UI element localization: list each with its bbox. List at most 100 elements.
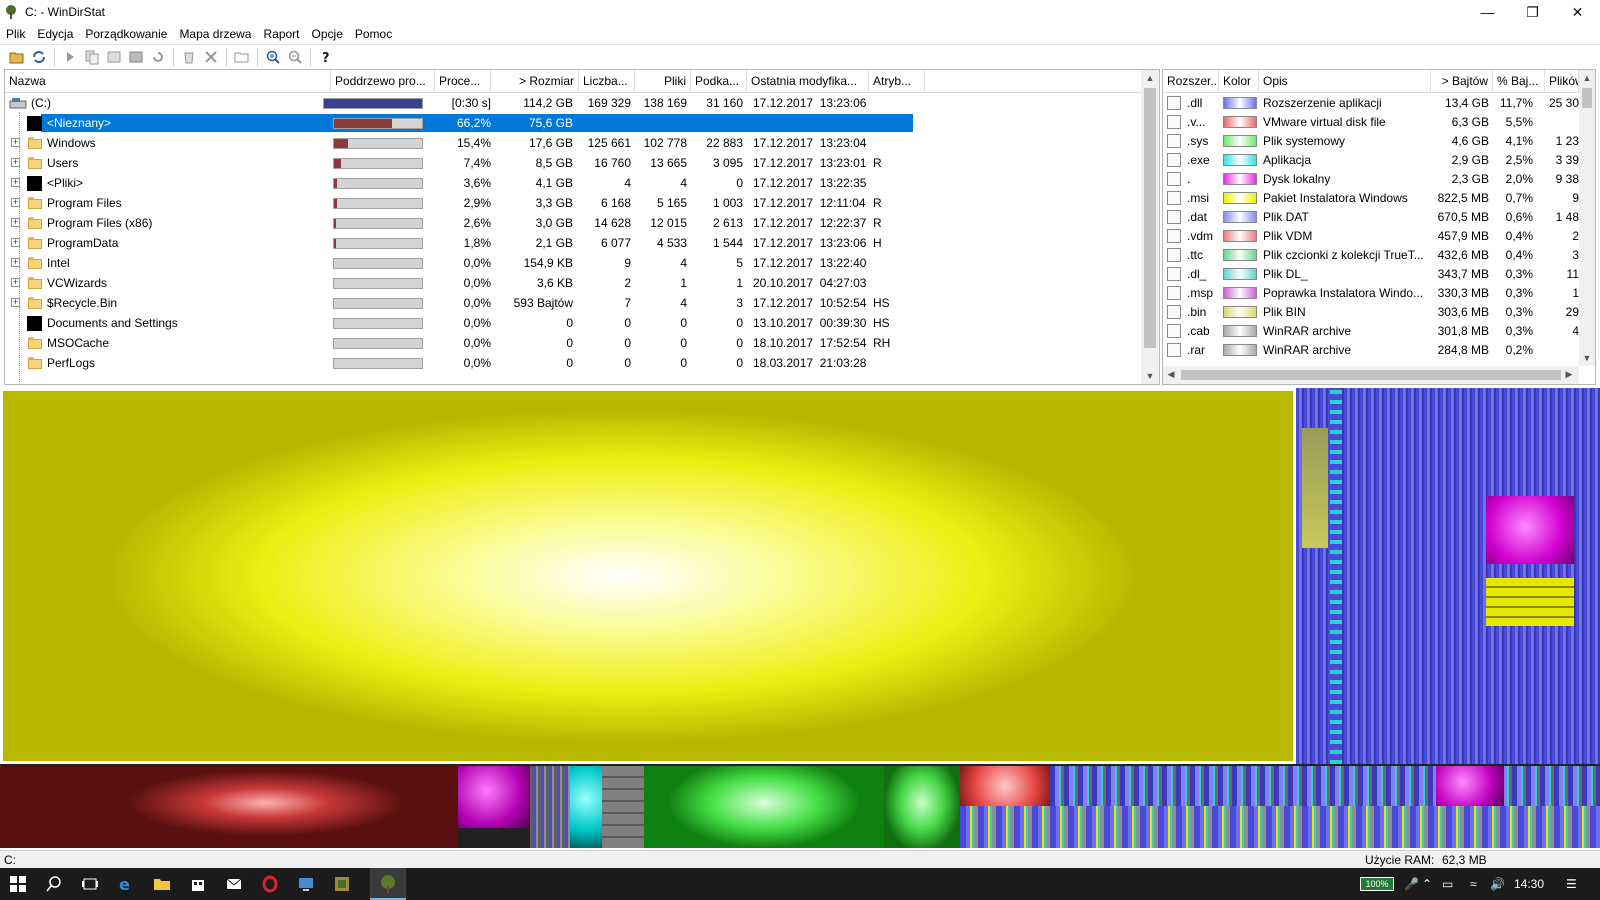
opera-button[interactable] <box>258 872 282 896</box>
treemap-salmon-block[interactable] <box>960 766 1050 806</box>
treemap-cyan-block[interactable] <box>570 766 602 848</box>
treemap-mixed-bottom[interactable] <box>960 806 1600 848</box>
clock[interactable]: 14:30 <box>1514 868 1544 900</box>
power-icon[interactable]: ▭ <box>1442 868 1453 900</box>
new-folder-button[interactable] <box>231 46 253 68</box>
extension-row[interactable]: .v... VMware virtual disk file 6,3 GB 5,5% <box>1163 112 1579 131</box>
expand-button[interactable] <box>59 46 81 68</box>
column-subdirs[interactable]: Podka... <box>691 70 747 92</box>
extension-row[interactable]: .dat Plik DAT 670,5 MB 0,6% 1 48 <box>1163 207 1579 226</box>
search-button[interactable] <box>42 872 66 896</box>
ext-horizontal-scrollbar[interactable]: ◀ ▶ <box>1163 366 1579 384</box>
open-button[interactable] <box>6 46 28 68</box>
extension-row[interactable]: .cab WinRAR archive 301,8 MB 0,3% 4 <box>1163 321 1579 340</box>
tree-row[interactable]: + Program Files (x86) 2,6% 3,0 GB 14 628 12 0… <box>5 213 1141 233</box>
treemap-yellow-strip[interactable] <box>1486 578 1574 626</box>
column-subtree-percent[interactable]: Poddrzewo pro... <box>331 70 435 92</box>
tree-row[interactable]: <Nieznany> 66,2% 75,6 GB <box>5 113 1141 133</box>
treemap-red-block[interactable] <box>0 766 458 848</box>
tree-row[interactable]: + Users 7,4% 8,5 GB 16 760 13 665 3 095 17.12.2… <box>5 153 1141 173</box>
tree-row[interactable]: + VCWizards 0,0% 3,6 KB 2 1 1 20.10.2017 04:27:… <box>5 273 1141 293</box>
extension-row[interactable]: .dll Rozszerzenie aplikacji 13,4 GB 11,7% 25… <box>1163 93 1579 112</box>
menu-treemap[interactable]: Mapa drzewa <box>173 24 257 44</box>
scroll-up-icon[interactable]: ▲ <box>1141 70 1159 86</box>
column-bytes[interactable]: > Bajtów <box>1431 70 1493 92</box>
zoom-out-button[interactable] <box>284 46 306 68</box>
menu-file[interactable]: Plik <box>0 24 31 44</box>
menu-options[interactable]: Opcje <box>306 24 349 44</box>
mail-button[interactable] <box>222 872 246 896</box>
menu-report[interactable]: Raport <box>257 24 305 44</box>
explorer-button[interactable] <box>103 46 125 68</box>
column-attributes[interactable]: Atryb... <box>869 70 925 92</box>
scroll-left-icon[interactable]: ◀ <box>1163 366 1179 382</box>
ext-vertical-scrollbar[interactable]: ▲ ▼ <box>1579 70 1595 366</box>
extension-list[interactable]: Rozszer... Kolor Opis > Bajtów % Baj... … <box>1162 69 1596 385</box>
menu-cleanup[interactable]: Porządkowanie <box>79 24 173 44</box>
column-name[interactable]: Nazwa <box>5 70 331 92</box>
column-size[interactable]: > Rozmiar <box>491 70 579 92</box>
file-explorer-button[interactable] <box>150 872 174 896</box>
restore-button[interactable]: ❐ <box>1510 0 1555 24</box>
column-extension[interactable]: Rozszer... <box>1163 70 1219 92</box>
column-file-count[interactable]: Plików <box>1545 70 1579 92</box>
treemap-green-block[interactable] <box>644 766 884 848</box>
extension-row[interactable]: .bin Plik BIN 303,6 MB 0,3% 29 <box>1163 302 1579 321</box>
start-button[interactable] <box>6 872 30 896</box>
tree-vertical-scrollbar[interactable]: ▲ ▼ <box>1141 70 1159 384</box>
extension-row[interactable]: .sys Plik systemowy 4,6 GB 4,1% 1 23 <box>1163 131 1579 150</box>
tree-row[interactable]: PerfLogs 0,0% 0 0 0 0 18.03.2017 21:03:28 <box>5 353 1141 373</box>
column-last-modified[interactable]: Ostatnia modyfika... <box>747 70 869 92</box>
action-center-icon[interactable]: ☰ <box>1566 868 1577 900</box>
tree-row[interactable]: + ProgramData 1,8% 2,1 GB 6 077 4 533 1 544 17.… <box>5 233 1141 253</box>
ext-scroll-thumb[interactable] <box>1582 88 1592 108</box>
show-hidden-icons-icon[interactable]: ⌃ <box>1422 868 1432 900</box>
battery-indicator[interactable]: 100% <box>1360 877 1394 891</box>
task-view-button[interactable] <box>78 872 102 896</box>
extension-row[interactable]: . Dysk lokalny 2,3 GB 2,0% 9 38 <box>1163 169 1579 188</box>
tree-row[interactable]: + $Recycle.Bin 0,0% 593 Bajtów 7 4 3 17.12.2017… <box>5 293 1141 313</box>
delete-button[interactable] <box>200 46 222 68</box>
tree-row[interactable]: Documents and Settings 0,0% 0 0 0 0 13.10.2017… <box>5 313 1141 333</box>
extension-row[interactable]: .dl_ Plik DL_ 343,7 MB 0,3% 11 <box>1163 264 1579 283</box>
windirstat-taskbar-button[interactable] <box>370 868 406 900</box>
help-button[interactable]: ? <box>315 46 337 68</box>
extension-row[interactable]: .ttc Plik czcionki z kolekcji TrueT... 432… <box>1163 245 1579 264</box>
extension-row[interactable]: .vdm Plik VDM 457,9 MB 0,4% 2 <box>1163 226 1579 245</box>
column-files[interactable]: Pliki <box>635 70 691 92</box>
treemap-magenta-block[interactable] <box>1486 496 1574 564</box>
menu-help[interactable]: Pomoc <box>349 24 398 44</box>
column-items[interactable]: Liczba... <box>579 70 635 92</box>
tree-row[interactable]: MSOCache 0,0% 0 0 0 0 18.10.2017 17:52:54 RH <box>5 333 1141 353</box>
treemap-view[interactable] <box>0 388 1600 848</box>
tree-row[interactable]: + <Pliki> 3,6% 4,1 GB 4 4 0 17.12.2017 13:22:35 <box>5 173 1141 193</box>
minimize-button[interactable]: — <box>1465 0 1510 24</box>
treemap-gray-block[interactable] <box>602 766 644 848</box>
column-color[interactable]: Kolor <box>1219 70 1259 92</box>
tree-row[interactable]: + Windows 15,4% 17,6 GB 125 661 102 778 22 883… <box>5 133 1141 153</box>
treemap-mixed-small-1[interactable] <box>530 766 570 848</box>
scroll-down-icon[interactable]: ▼ <box>1141 368 1159 384</box>
recycle-button[interactable] <box>178 46 200 68</box>
treemap-gray-strip[interactable] <box>1302 428 1328 548</box>
treemap-unknown-block[interactable] <box>0 388 1296 764</box>
treemap-green-block-2[interactable] <box>884 766 960 848</box>
menu-edit[interactable]: Edycja <box>31 24 79 44</box>
store-button[interactable] <box>186 872 210 896</box>
zoom-in-button[interactable] <box>262 46 284 68</box>
refresh-all-button[interactable] <box>28 46 50 68</box>
app-button-2[interactable] <box>330 872 354 896</box>
edge-button[interactable]: e <box>114 872 138 896</box>
tree-row[interactable]: + Intel 0,0% 154,9 KB 9 4 5 17.12.2017 13:22:40 <box>5 253 1141 273</box>
directory-tree-list[interactable]: Nazwa Poddrzewo pro... Proce... > Rozmia… <box>4 69 1160 385</box>
column-bytes-percent[interactable]: % Baj... <box>1493 70 1545 92</box>
extension-row[interactable]: .msp Poprawka Instalatora Windo... 330,3 M… <box>1163 283 1579 302</box>
copy-path-button[interactable] <box>81 46 103 68</box>
tree-row[interactable]: + Program Files 2,9% 3,3 GB 6 168 5 165 1 003 1… <box>5 193 1141 213</box>
tree-row[interactable]: (C:) [0:30 s] 114,2 GB 169 329 138 169 31 160… <box>5 93 1141 113</box>
column-description[interactable]: Opis <box>1259 70 1431 92</box>
column-percent[interactable]: Proce... <box>435 70 491 92</box>
treemap-mixed-bottom-2[interactable] <box>1050 766 1600 806</box>
ext-scroll-down-icon[interactable]: ▼ <box>1579 350 1595 366</box>
treemap-magenta-small[interactable] <box>458 766 530 828</box>
